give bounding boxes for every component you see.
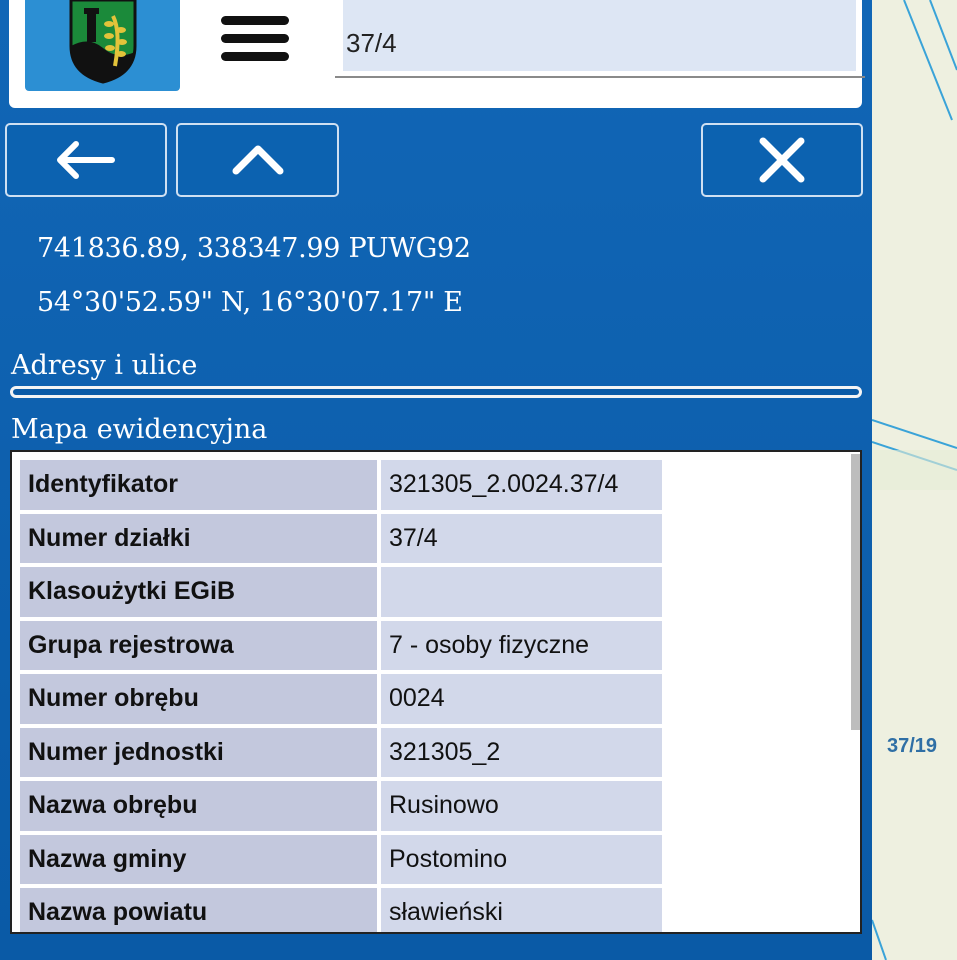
close-button[interactable]	[701, 123, 863, 197]
table-row: Nazwa obrębu Rusinowo	[20, 781, 662, 831]
row-key: Nazwa obrębu	[20, 781, 377, 831]
section-title-adresy[interactable]: Adresy i ulice	[11, 350, 197, 381]
logo[interactable]	[25, 0, 180, 91]
row-value	[381, 567, 662, 617]
panel-header	[9, 0, 865, 108]
table-row: Klasoużytki EGiB	[20, 567, 662, 617]
row-key: Klasoużytki EGiB	[20, 567, 377, 617]
map-parcel-label: 37/19	[887, 735, 938, 757]
back-button[interactable]	[5, 123, 167, 197]
section-adresy-collapsed[interactable]	[10, 386, 862, 398]
search-input[interactable]	[343, 0, 856, 71]
table-row: Nazwa gminy Postomino	[20, 834, 662, 884]
row-key: Numer jednostki	[20, 727, 377, 777]
table-row: Numer działki 37/4	[20, 513, 662, 563]
row-value: 321305_2	[381, 727, 662, 777]
row-key: Numer obrębu	[20, 674, 377, 724]
row-value: 37/4	[381, 513, 662, 563]
map-view[interactable]	[872, 0, 957, 960]
coordinates-geographic: 54°30'52.59" N, 16°30'07.17" E	[37, 287, 463, 318]
table-row: Identyfikator 321305_2.0024.37/4	[20, 460, 662, 510]
up-button[interactable]	[176, 123, 339, 197]
info-panel: 741836.89, 338347.99 PUWG92 54°30'52.59"…	[0, 0, 872, 960]
table-row: Numer obrębu 0024	[20, 674, 662, 724]
table-row: Nazwa powiatu sławieński	[20, 888, 662, 932]
table-row: Grupa rejestrowa 7 - osoby fizyczne	[20, 620, 662, 670]
table-scrollbar[interactable]	[851, 454, 860, 730]
table-row: Numer jednostki 321305_2	[20, 727, 662, 777]
row-key: Grupa rejestrowa	[20, 620, 377, 670]
row-value: 0024	[381, 674, 662, 724]
row-value: 7 - osoby fizyczne	[381, 620, 662, 670]
row-key: Numer działki	[20, 513, 377, 563]
coat-of-arms-icon	[69, 0, 137, 84]
chevron-up-icon	[232, 145, 283, 175]
map-parcel-lines	[872, 0, 957, 960]
arrow-left-icon	[57, 141, 115, 179]
row-key: Identyfikator	[20, 460, 377, 510]
row-key: Nazwa gminy	[20, 834, 377, 884]
hamburger-icon[interactable]	[221, 16, 289, 62]
row-value: Rusinowo	[381, 781, 662, 831]
section-title-mapa[interactable]: Mapa ewidencyjna	[11, 414, 267, 445]
row-value: 321305_2.0024.37/4	[381, 460, 662, 510]
coordinates-puwg92: 741836.89, 338347.99 PUWG92	[37, 233, 471, 264]
search-box	[335, 0, 865, 78]
row-value: Postomino	[381, 834, 662, 884]
row-key: Nazwa powiatu	[20, 888, 377, 932]
close-icon	[759, 137, 805, 183]
parcel-info-table: Identyfikator 321305_2.0024.37/4 Numer d…	[10, 450, 862, 934]
row-value: sławieński	[381, 888, 662, 932]
